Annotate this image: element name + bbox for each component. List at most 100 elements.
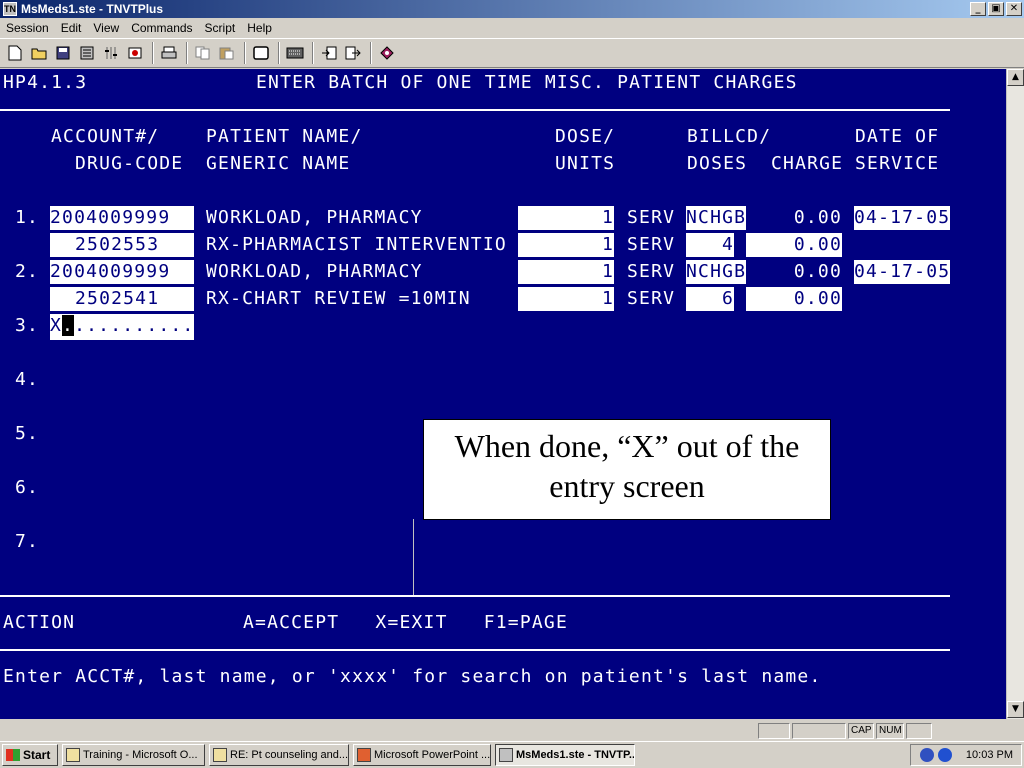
menu-script[interactable]: Script [199,21,242,35]
header-patient-name: PATIENT NAME/ [206,126,363,147]
header-drug-code: DRUG-CODE [75,153,184,174]
header-doses: DOSES [687,153,748,174]
system-tray: 10:03 PM [910,744,1022,766]
drug-code-field[interactable]: 2502541 [50,287,194,311]
drug-code-value: 2502541 [75,288,160,309]
start-button[interactable]: Start [2,744,58,766]
text-cursor: . [62,315,75,336]
screen-title: ENTER BATCH OF ONE TIME MISC. PATIENT CH… [256,72,798,93]
status-bar: CAP NUM [0,721,1024,741]
unit-label: SERV [627,207,676,228]
date-field[interactable]: 04-17-05 [854,260,950,284]
terminal-screen[interactable]: HP4.1.3 ENTER BATCH OF ONE TIME MISC. PA… [0,69,1006,719]
menu-view[interactable]: View [87,21,125,35]
divider [0,649,950,651]
export-icon[interactable] [342,42,364,64]
scroll-up-icon[interactable]: ▲ [1007,69,1024,86]
clock[interactable]: 10:03 PM [966,749,1013,761]
account-input[interactable]: X........... [50,314,194,340]
task-label: Training - Microsoft O... [83,749,198,761]
drug-code-value: 2502553 [75,234,160,255]
header-account: ACCOUNT#/ [51,126,160,147]
charge-field[interactable]: 0.00 [746,287,842,311]
num-lock-indicator: NUM [876,723,904,739]
drug-code-field[interactable]: 2502553 [50,233,194,257]
scroll-down-icon[interactable]: ▼ [1007,701,1024,718]
toolbar-separator [370,42,372,64]
generic-name: RX-PHARMACIST INTERVENTIO [206,234,507,255]
menu-bar: Session Edit View Commands Script Help [0,18,1024,38]
divider [0,109,950,111]
copy-icon[interactable] [192,42,214,64]
charge-field[interactable]: 0.00 [746,233,842,257]
doses-field[interactable]: 4 [686,233,734,257]
properties-icon[interactable] [76,42,98,64]
doses-field[interactable]: 6 [686,287,734,311]
save-icon[interactable] [52,42,74,64]
taskbar-item[interactable]: MsMeds1.ste - TNVTP... [495,744,635,766]
taskbar-item[interactable]: RE: Pt counseling and... [209,744,349,766]
window-controls: _ ▣ ✕ [968,2,1022,16]
unit-label: SERV [627,234,676,255]
header-service: SERVICE [855,153,940,174]
macro-icon[interactable] [376,42,398,64]
vertical-scrollbar[interactable]: ▲ ▼ [1006,69,1024,719]
toolbar-separator [312,42,314,64]
close-button[interactable]: ✕ [1006,2,1022,16]
toolbar [0,38,1024,68]
maximize-button[interactable]: ▣ [988,2,1004,16]
settings-icon[interactable] [100,42,122,64]
start-label: Start [23,748,51,762]
account-field[interactable]: 2004009999 [50,260,194,284]
row-number: 5. [15,423,40,444]
account-field[interactable]: 2004009999 [50,206,194,230]
caps-lock-indicator: CAP [848,723,874,739]
row-number: 6. [15,477,40,498]
header-generic-name: GENERIC NAME [206,153,351,174]
callout-box: When done, “X” out of the entry screen [423,419,831,520]
dose-field[interactable]: 1 [518,260,614,284]
status-panel [758,723,790,739]
row-number: 4. [15,369,40,390]
header-units: UNITS [555,153,616,174]
open-icon[interactable] [28,42,50,64]
import-icon[interactable] [318,42,340,64]
minimize-button[interactable]: _ [970,2,986,16]
task-label: RE: Pt counseling and... [230,749,349,761]
window-title: MsMeds1.ste - TNVTPlus [21,2,164,16]
title-bar: TN MsMeds1.ste - TNVTPlus _ ▣ ✕ [0,0,1024,18]
date-field[interactable]: 04-17-05 [854,206,950,230]
taskbar-item[interactable]: Microsoft PowerPoint ... [353,744,491,766]
header-date-of: DATE OF [855,126,940,147]
menu-session[interactable]: Session [0,21,55,35]
antivirus-icon[interactable] [937,748,952,762]
dose-field[interactable]: 1 [518,233,614,257]
unit-label: SERV [627,288,676,309]
dose-field[interactable]: 1 [518,287,614,311]
outlook-icon [66,748,80,762]
network-icon[interactable] [919,748,934,762]
screen-code: HP4.1.3 [3,72,88,93]
dose-field[interactable]: 1 [518,206,614,230]
status-panel [792,723,846,739]
menu-help[interactable]: Help [241,21,278,35]
patient-name: WORKLOAD, PHARMACY [206,207,423,228]
action-options: A=ACCEPT X=EXIT F1=PAGE [243,612,568,633]
toolbar-separator [186,42,188,64]
blank-icon[interactable] [250,42,272,64]
email-icon [213,748,227,762]
billcd-field[interactable]: NCHGB [686,260,746,284]
billcd-field[interactable]: NCHGB [686,206,746,230]
windows-logo-icon [6,749,20,761]
taskbar-item[interactable]: Training - Microsoft O... [62,744,205,766]
menu-commands[interactable]: Commands [125,21,198,35]
paste-icon[interactable] [216,42,238,64]
record-icon[interactable] [124,42,146,64]
app-icon[interactable]: TN [3,2,17,16]
row-number: 1. [15,207,40,228]
keyboard-icon[interactable] [284,42,306,64]
menu-edit[interactable]: Edit [55,21,88,35]
new-icon[interactable] [4,42,26,64]
print-icon[interactable] [158,42,180,64]
header-charge: CHARGE [771,153,844,174]
